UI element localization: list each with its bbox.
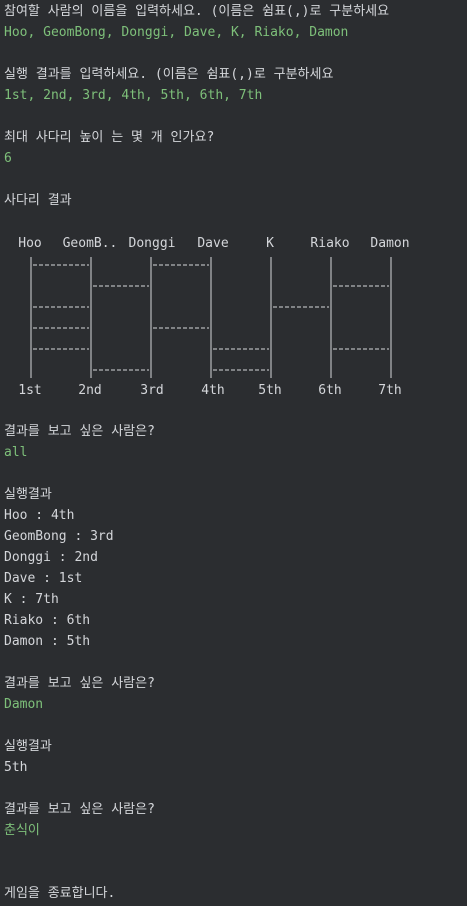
query1-input: all (4, 445, 28, 460)
result-line: GeomBong : 3rd (4, 529, 114, 544)
ladder-player-label: GeomB.. (63, 236, 118, 251)
query3-input: 춘식이 (4, 823, 40, 838)
console-output: 참여할 사람의 이름을 입력하세요. (이름은 쉼표(,)로 구분하세요 Hoo… (0, 0, 467, 906)
ladder-player-label: K (266, 236, 274, 251)
names-input: Hoo, GeomBong, Donggi, Dave, K, Riako, D… (4, 25, 349, 40)
result-line: K : 7th (4, 592, 59, 607)
height-prompt: 최대 사다리 높이 는 몇 개 인가요? (4, 130, 215, 145)
query1-prompt: 결과를 보고 싶은 사람은? (4, 424, 155, 439)
exit-message: 게임을 종료합니다. (4, 886, 116, 901)
ladder-player-label: Hoo (18, 236, 41, 251)
results-prompt: 실행 결과를 입력하세요. (이름은 쉼표(,)로 구분하세요 (4, 67, 334, 82)
ladder-result-label: 3rd (140, 383, 163, 398)
height-input: 6 (4, 151, 12, 166)
ladder-player-label: Riako (310, 236, 349, 251)
ladder-result-label: 5th (258, 383, 281, 398)
ladder-result-label: 2nd (78, 383, 101, 398)
ladder-player-label: Dave (197, 236, 228, 251)
ladder-result-label: 1st (18, 383, 41, 398)
ladder-player-label: Donggi (129, 236, 176, 251)
query2-prompt: 결과를 보고 싶은 사람은? (4, 676, 155, 691)
query3-prompt: 결과를 보고 싶은 사람은? (4, 802, 155, 817)
names-prompt: 참여할 사람의 이름을 입력하세요. (이름은 쉼표(,)로 구분하세요 (4, 4, 390, 19)
query1-header: 실행결과 (4, 487, 52, 502)
ladder-result-label: 6th (318, 383, 341, 398)
query2-header: 실행결과 (4, 739, 52, 754)
results-input: 1st, 2nd, 3rd, 4th, 5th, 6th, 7th (4, 88, 263, 103)
ladder-player-label: Damon (370, 236, 409, 251)
ladder-result-label: 7th (378, 383, 401, 398)
ladder-result-label: 4th (201, 383, 224, 398)
result-line: Damon : 5th (4, 634, 91, 649)
result-line: Riako : 6th (4, 613, 91, 628)
result-line: Dave : 1st (4, 571, 83, 586)
ladder-title: 사다리 결과 (4, 193, 72, 208)
query2-result: 5th (4, 760, 28, 775)
result-line: Donggi : 2nd (4, 550, 98, 565)
result-line: Hoo : 4th (4, 508, 75, 523)
query2-input: Damon (4, 697, 44, 712)
ladder-diagram: Hoo GeomB.. Donggi Dave K Riako Damon 1st 2nd 3rd… (14, 233, 454, 403)
